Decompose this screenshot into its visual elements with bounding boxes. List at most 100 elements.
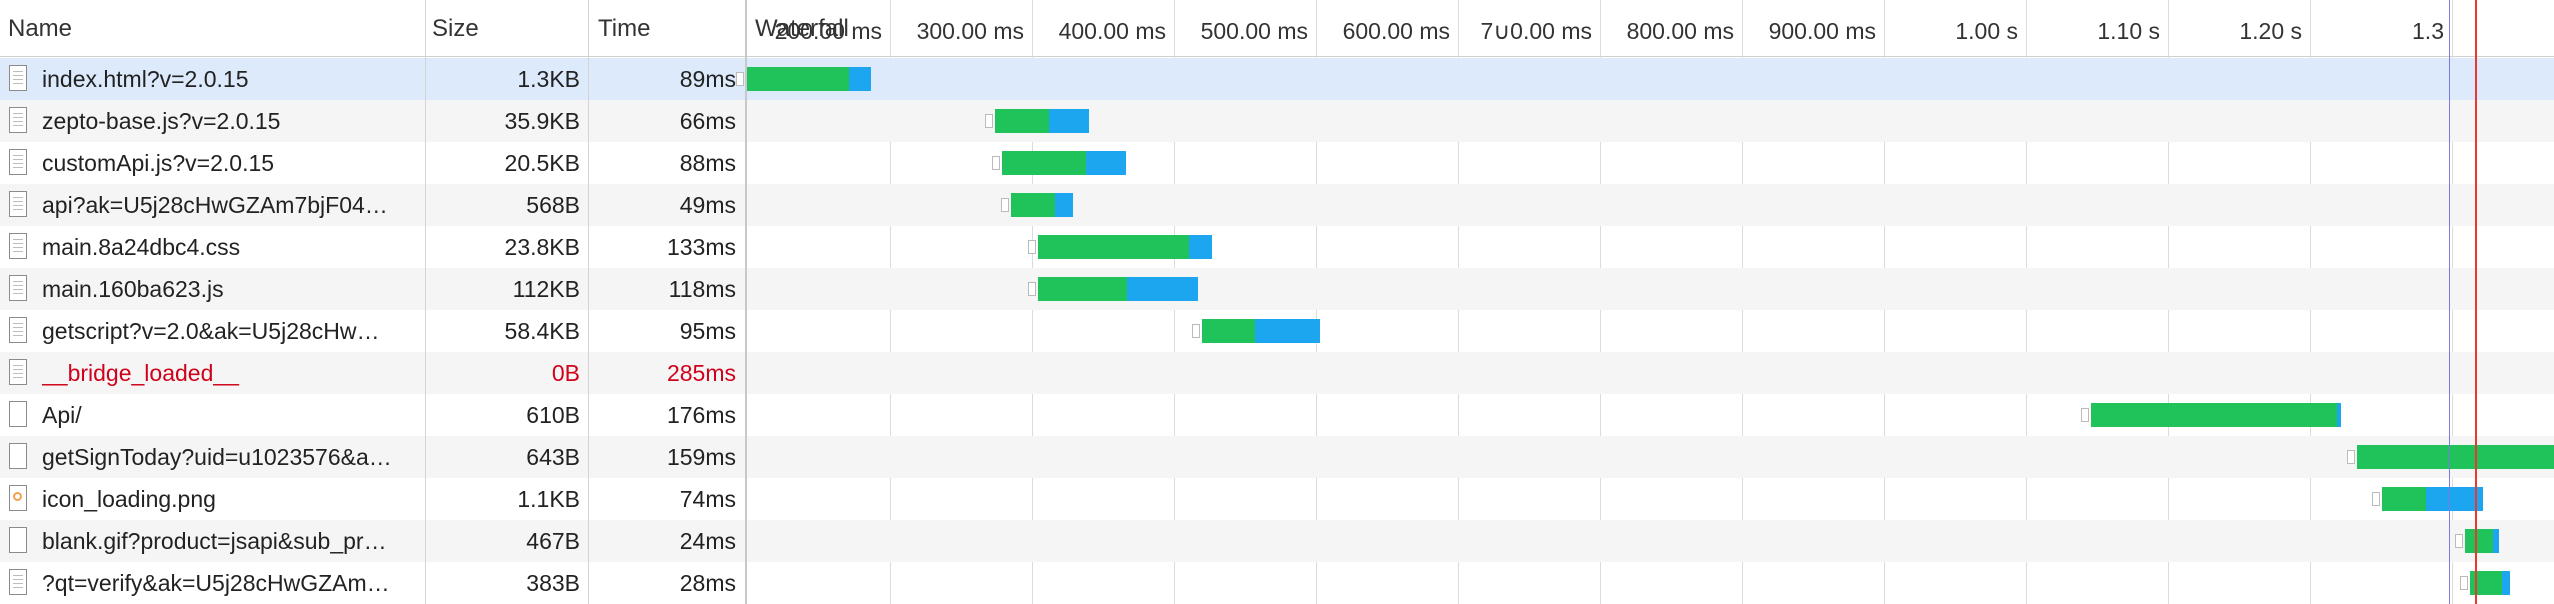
content-download-segment xyxy=(1254,319,1321,343)
waiting-segment xyxy=(2356,445,2554,469)
waterfall-bar[interactable] xyxy=(2346,445,2554,469)
document-icon xyxy=(9,317,27,343)
request-name: icon_loading.png xyxy=(42,486,216,512)
queueing-segment xyxy=(2460,576,2469,590)
request-time: 49ms xyxy=(679,192,736,218)
waiting-segment xyxy=(994,109,1049,133)
request-time: 88ms xyxy=(679,150,736,176)
timeline-tick-label: 900.00 ms xyxy=(1768,18,1876,44)
waterfall-bar[interactable] xyxy=(992,151,1126,175)
queueing-segment xyxy=(2346,450,2355,464)
waiting-segment xyxy=(1010,193,1055,217)
request-name: api?ak=U5j28cHwGZAm7bjF04… xyxy=(42,192,388,218)
column-header-size[interactable]: Size xyxy=(432,0,479,56)
table-row[interactable]: icon_loading.png 1.1KB 74ms xyxy=(0,478,2554,520)
request-time: 95ms xyxy=(679,318,736,344)
column-divider[interactable] xyxy=(588,0,589,604)
request-time: 28ms xyxy=(679,570,736,596)
table-row[interactable]: __bridge_loaded__ 0B 285ms xyxy=(0,352,2554,394)
table-row[interactable]: Api/610B 176ms xyxy=(0,394,2554,436)
request-size: 467B xyxy=(526,528,580,554)
table-row[interactable]: getSignToday?uid=u1023576&a… 643B 159ms xyxy=(0,436,2554,478)
column-divider[interactable] xyxy=(745,0,747,604)
request-size: 23.8KB xyxy=(504,234,580,260)
request-time: 24ms xyxy=(679,528,736,554)
timeline-tick-label: 1.10 s xyxy=(2097,18,2160,44)
timeline-tick-label: 400.00 ms xyxy=(1058,18,1166,44)
queueing-segment xyxy=(1000,198,1009,212)
timeline-tick-label: 500.00 ms xyxy=(1200,18,1308,44)
request-name: index.html?v=2.0.15 xyxy=(42,66,249,92)
request-name: ?qt=verify&ak=U5j28cHwGZAm… xyxy=(42,570,390,596)
blank-file-icon xyxy=(9,527,27,553)
waterfall-bar[interactable] xyxy=(984,109,1089,133)
table-row[interactable]: ?qt=verify&ak=U5j28cHwGZAm… 383B 28ms xyxy=(0,562,2554,604)
request-time: 89ms xyxy=(679,66,736,92)
document-icon xyxy=(9,233,27,259)
request-size: 610B xyxy=(526,402,580,428)
request-name: Api/ xyxy=(42,402,82,428)
request-size: 1.1KB xyxy=(517,486,580,512)
timeline-tick-label: 1.00 s xyxy=(1955,18,2018,44)
document-icon xyxy=(9,275,27,301)
waterfall-bar[interactable] xyxy=(2372,487,2484,511)
waterfall-bar[interactable] xyxy=(2454,529,2499,553)
content-download-segment xyxy=(1054,193,1073,217)
request-name: main.160ba623.js xyxy=(42,276,224,302)
table-row[interactable]: main.160ba623.js 112KB 118ms xyxy=(0,268,2554,310)
timeline-tick-label: 200.00 ms xyxy=(774,18,882,44)
request-size: 568B xyxy=(526,192,580,218)
timeline-tick-label: 600.00 ms xyxy=(1342,18,1450,44)
timeline-tick-label: 300.00 ms xyxy=(916,18,1024,44)
timeline-tick-label: 800.00 ms xyxy=(1626,18,1734,44)
content-download-segment xyxy=(848,67,872,91)
waiting-segment xyxy=(1037,235,1190,259)
blank-file-icon xyxy=(9,443,27,469)
queueing-segment xyxy=(1027,240,1036,254)
waiting-segment xyxy=(1037,277,1127,301)
queueing-segment xyxy=(1027,282,1036,296)
request-size: 383B xyxy=(526,570,580,596)
request-time: 285ms xyxy=(666,360,736,386)
waiting-segment xyxy=(746,67,849,91)
waiting-segment xyxy=(1202,319,1255,343)
table-row[interactable]: index.html?v=2.0.15 1.3KB 89ms xyxy=(0,58,2554,100)
document-icon xyxy=(9,149,27,175)
request-size: 1.3KB xyxy=(517,66,580,92)
request-name: __bridge_loaded__ xyxy=(42,360,239,386)
column-header-time[interactable]: Time xyxy=(598,0,650,56)
waterfall-bar[interactable] xyxy=(736,67,872,91)
request-name: main.8a24dbc4.css xyxy=(42,234,241,260)
request-time: 66ms xyxy=(679,108,736,134)
request-name: getscript?v=2.0&ak=U5j28cHw… xyxy=(42,318,380,344)
request-size: 58.4KB xyxy=(504,318,580,344)
request-size: 35.9KB xyxy=(504,108,580,134)
document-icon xyxy=(9,359,27,385)
waterfall-bar[interactable] xyxy=(1000,193,1073,217)
table-row[interactable]: customApi.js?v=2.0.15 20.5KB 88ms xyxy=(0,142,2554,184)
blank-file-icon xyxy=(9,401,27,427)
waterfall-bar[interactable] xyxy=(1192,319,1321,343)
queueing-segment xyxy=(2081,408,2090,422)
request-size: 643B xyxy=(526,444,580,470)
table-row[interactable]: blank.gif?product=jsapi&sub_pr… 467B 24ms xyxy=(0,520,2554,562)
table-row[interactable]: getscript?v=2.0&ak=U5j28cHw… 58.4KB 95ms xyxy=(0,310,2554,352)
waterfall-bar[interactable] xyxy=(1027,277,1198,301)
request-size: 20.5KB xyxy=(504,150,580,176)
table-row[interactable]: api?ak=U5j28cHwGZAm7bjF04… 568B 49ms xyxy=(0,184,2554,226)
request-size: 0B xyxy=(551,360,580,386)
content-download-segment xyxy=(2336,403,2342,427)
waiting-segment xyxy=(1002,151,1086,175)
timeline-tick-label: 1.20 s xyxy=(2239,18,2302,44)
table-row[interactable]: zepto-base.js?v=2.0.15 35.9KB 66ms xyxy=(0,100,2554,142)
request-time: 176ms xyxy=(666,402,736,428)
column-header-name[interactable]: Name xyxy=(8,0,72,56)
load-event-marker xyxy=(2475,0,2477,604)
waterfall-bar[interactable] xyxy=(1027,235,1213,259)
content-download-segment xyxy=(1126,277,1198,301)
queueing-segment xyxy=(2372,492,2381,506)
timeline-tick-label: 1.3 xyxy=(2412,18,2444,44)
table-row[interactable]: main.8a24dbc4.css 23.8KB 133ms xyxy=(0,226,2554,268)
column-divider[interactable] xyxy=(425,0,426,604)
waterfall-bar[interactable] xyxy=(2081,403,2342,427)
